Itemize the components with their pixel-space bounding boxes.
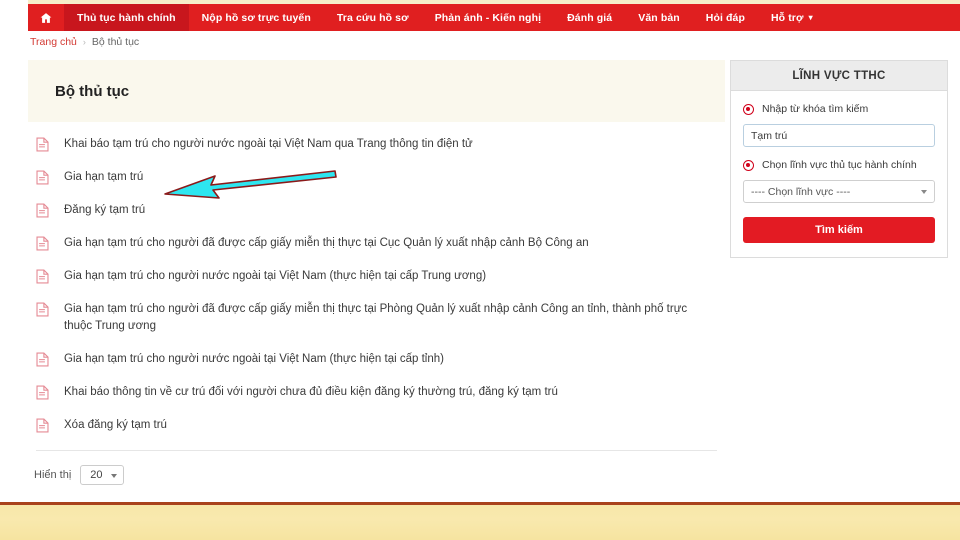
- document-icon: [36, 236, 50, 251]
- procedure-link[interactable]: Gia hạn tạm trú: [64, 169, 143, 186]
- list-item[interactable]: Gia hạn tạm trú: [28, 169, 725, 186]
- nav-item-danh-gia[interactable]: Đánh giá: [554, 4, 625, 31]
- page-title: Bộ thủ tục: [55, 82, 130, 100]
- procedures-list: Khai báo tạm trú cho người nước ngoài tạ…: [28, 122, 725, 434]
- show-count-select-wrap: 20: [80, 465, 125, 485]
- keyword-radio[interactable]: [743, 104, 754, 115]
- document-icon: [36, 137, 50, 152]
- sidebar-header: LĨNH VỰC TTHC: [731, 61, 947, 91]
- keyword-radio-label: Nhập từ khóa tìm kiếm: [762, 103, 869, 115]
- show-count-label: Hiển thị: [34, 469, 72, 481]
- nav-item-label: Thủ tục hành chính: [77, 11, 176, 24]
- main-navigation: Thủ tục hành chính Nộp hồ sơ trực tuyến …: [28, 4, 960, 31]
- list-item[interactable]: Xóa đăng ký tạm trú: [28, 417, 725, 434]
- sidebar-title: LĨNH VỰC TTHC: [792, 69, 886, 82]
- home-icon[interactable]: [28, 4, 64, 31]
- page-frame-bottom: [0, 505, 960, 540]
- procedure-link[interactable]: Khai báo tạm trú cho người nước ngoài tạ…: [64, 136, 473, 153]
- nav-item-ho-tro[interactable]: Hỗ trợ ▾: [758, 4, 826, 31]
- nav-item-label: Nộp hồ sơ trực tuyến: [201, 11, 311, 24]
- document-icon: [36, 385, 50, 400]
- nav-item-nop-ho-so-truc-tuyen[interactable]: Nộp hồ sơ trực tuyến: [189, 4, 324, 31]
- procedures-panel-header: Bộ thủ tục: [28, 60, 725, 122]
- field-select[interactable]: ---- Chọn lĩnh vực ----: [743, 180, 935, 203]
- sidebar-body: Nhập từ khóa tìm kiếm Chọn lĩnh vực thủ …: [731, 91, 947, 257]
- search-button[interactable]: Tìm kiếm: [743, 217, 935, 243]
- document-icon: [36, 302, 50, 317]
- procedure-link[interactable]: Gia hạn tạm trú cho người đã được cấp gi…: [64, 301, 704, 335]
- breadcrumb-separator-icon: ›: [82, 37, 86, 47]
- field-radio-label: Chọn lĩnh vực thủ tục hành chính: [762, 159, 917, 171]
- nav-item-tra-cuu-ho-so[interactable]: Tra cứu hồ sơ: [324, 4, 422, 31]
- list-item[interactable]: Gia hạn tạm trú cho người nước ngoài tại…: [28, 351, 725, 368]
- nav-item-phan-anh-kien-nghi[interactable]: Phản ánh - Kiến nghị: [422, 4, 554, 31]
- nav-item-van-ban[interactable]: Văn bản: [625, 4, 693, 31]
- show-count-control: Hiển thị 20: [28, 451, 725, 485]
- chevron-down-icon: ▾: [808, 12, 813, 22]
- nav-item-label: Văn bản: [638, 11, 680, 24]
- nav-item-thu-tuc-hanh-chinh[interactable]: Thủ tục hành chính: [64, 4, 189, 31]
- nav-item-label: Hỗ trợ: [771, 11, 804, 24]
- keyword-search-option[interactable]: Nhập từ khóa tìm kiếm: [743, 103, 935, 116]
- procedure-link[interactable]: Gia hạn tạm trú cho người nước ngoài tại…: [64, 268, 486, 285]
- list-item[interactable]: Khai báo thông tin về cư trú đối với ngư…: [28, 384, 725, 401]
- breadcrumb-home-link[interactable]: Trang chủ: [30, 36, 77, 48]
- list-item[interactable]: Gia hạn tạm trú cho người đã được cấp gi…: [28, 301, 725, 335]
- procedure-link-highlighted[interactable]: Đăng ký tạm trú: [64, 202, 145, 219]
- nav-item-label: Phản ánh - Kiến nghị: [434, 11, 542, 24]
- field-radio[interactable]: [743, 160, 754, 171]
- list-item[interactable]: Khai báo tạm trú cho người nước ngoài tạ…: [28, 136, 725, 153]
- field-search-option[interactable]: Chọn lĩnh vực thủ tục hành chính: [743, 159, 935, 172]
- document-icon: [36, 352, 50, 367]
- search-sidebar: LĨNH VỰC TTHC Nhập từ khóa tìm kiếm Chọn…: [730, 60, 948, 258]
- document-icon: [36, 203, 50, 218]
- nav-item-hoi-dap[interactable]: Hỏi đáp: [693, 4, 758, 31]
- document-icon: [36, 170, 50, 185]
- list-item[interactable]: Gia hạn tạm trú cho người nước ngoài tại…: [28, 268, 725, 285]
- breadcrumb-current: Bộ thủ tục: [91, 36, 140, 48]
- show-count-select[interactable]: 20: [80, 465, 125, 485]
- procedure-link[interactable]: Khai báo thông tin về cư trú đối với ngư…: [64, 384, 558, 401]
- list-item[interactable]: Đăng ký tạm trú: [28, 202, 725, 219]
- document-icon: [36, 418, 50, 433]
- search-input[interactable]: [743, 124, 935, 147]
- nav-item-label: Đánh giá: [567, 11, 613, 24]
- procedure-link[interactable]: Gia hạn tạm trú cho người nước ngoài tại…: [64, 351, 444, 368]
- procedure-link[interactable]: Xóa đăng ký tạm trú: [64, 417, 167, 434]
- page-frame-left: [0, 0, 28, 540]
- document-icon: [36, 269, 50, 284]
- field-select-wrap: ---- Chọn lĩnh vực ----: [743, 180, 935, 203]
- breadcrumb: Trang chủ › Bộ thủ tục: [30, 36, 139, 48]
- procedures-panel: Bộ thủ tục Khai báo tạm trú cho người nư…: [28, 60, 725, 485]
- nav-item-label: Tra cứu hồ sơ: [336, 11, 409, 24]
- list-item[interactable]: Gia hạn tạm trú cho người đã được cấp gi…: [28, 235, 725, 252]
- nav-item-label: Hỏi đáp: [705, 11, 745, 24]
- procedure-link[interactable]: Gia hạn tạm trú cho người đã được cấp gi…: [64, 235, 589, 252]
